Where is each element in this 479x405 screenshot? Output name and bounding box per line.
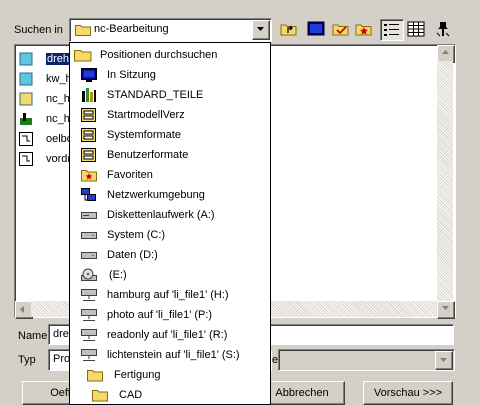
drive-icon [81, 228, 97, 245]
desktop-icon [307, 21, 325, 36]
folder-icon [75, 23, 91, 39]
folder-icon [87, 368, 103, 385]
cube-icon [19, 92, 33, 109]
dropdown-item-benutzerformate[interactable]: Benutzerformate [70, 145, 270, 165]
dropdown-item-diskette[interactable]: Diskettenlaufwerk (A:) [70, 205, 270, 225]
dropdown-item-favoriten[interactable]: Favoriten [70, 165, 270, 185]
type-select-value: Pro [53, 353, 71, 365]
folder-star-button[interactable] [353, 19, 375, 39]
dropdown-item-fertigung[interactable]: Fertigung [70, 365, 270, 385]
scroll-down-button[interactable] [437, 301, 455, 319]
cabinet-icon [81, 128, 97, 145]
lookin-combo[interactable]: nc-Bearbeitung [69, 18, 272, 42]
dropdown-item-lichtenstein[interactable]: lichtenstein auf 'li_file1' (S:) [70, 345, 270, 365]
dropdown-item-readonly[interactable]: readonly auf 'li_file1' (R:) [70, 325, 270, 345]
dropdown-item-systemformate[interactable]: Systemformate [70, 125, 270, 145]
dropdown-item-netzwerkumgebung[interactable]: Netzwerkumgebung [70, 185, 270, 205]
dropdown-item-system-c[interactable]: System (C:) [70, 225, 270, 245]
details-view-icon [407, 21, 425, 37]
cube-icon [19, 72, 33, 89]
drive-icon [81, 248, 97, 265]
lookin-dropdown-list[interactable]: Positionen durchsuchen In Sitzung STANDA… [69, 42, 271, 405]
network-icon [81, 188, 97, 205]
cabinet-icon [81, 148, 97, 165]
details-view-button[interactable] [405, 19, 427, 39]
library-icon [81, 88, 97, 105]
pin-icon [436, 22, 450, 37]
cabinet-icon [81, 108, 97, 125]
name-label: Name [18, 330, 48, 342]
secondary-select-dropdown-button[interactable] [435, 351, 453, 370]
dropdown-item-photo[interactable]: photo auf 'li_file1' (P:) [70, 305, 270, 325]
dropdown-item-startmodellverz[interactable]: StartmodellVerz [70, 105, 270, 125]
nc-program-icon [19, 112, 33, 129]
folder-check-icon [332, 24, 349, 36]
network-drive-icon [81, 348, 97, 365]
vertical-scrollbar-track[interactable] [437, 61, 453, 301]
lookin-value: nc-Bearbeitung [94, 23, 169, 35]
folder-check-button[interactable] [330, 19, 352, 39]
cube-icon [19, 52, 33, 69]
secondary-select[interactable] [278, 349, 455, 371]
lookin-dropdown-button[interactable] [252, 20, 270, 40]
folder-icon [74, 48, 92, 65]
network-drive-icon [81, 308, 97, 325]
dropdown-item-daten-d[interactable]: Daten (D:) [70, 245, 270, 265]
arrow-left-icon [20, 306, 24, 313]
desktop-button[interactable] [305, 19, 327, 39]
list-view-icon [384, 24, 399, 36]
dropdown-item-in-sitzung[interactable]: In Sitzung [70, 65, 270, 85]
folder-star-icon [355, 24, 372, 36]
network-drive-icon [81, 328, 97, 345]
arrow-up-icon [442, 50, 449, 54]
monitor-icon [81, 68, 97, 85]
type-label: Typ [18, 354, 36, 366]
favorites-folder-icon [81, 168, 97, 185]
up-folder-icon [280, 24, 297, 36]
lookin-label: Suchen in [14, 24, 63, 36]
dropdown-item-positionen[interactable]: Positionen durchsuchen [70, 45, 270, 65]
dropdown-item-hamburg[interactable]: hamburg auf 'li_file1' (H:) [70, 285, 270, 305]
drive-icon [81, 208, 97, 225]
pin-button[interactable] [432, 19, 454, 39]
folder-icon [92, 388, 108, 404]
dropdown-item-standard-teile[interactable]: STANDARD_TEILE [70, 85, 270, 105]
cancel-button[interactable]: Abbrechen [259, 381, 345, 405]
drawing-icon [19, 152, 33, 169]
dropdown-item-cad[interactable]: CAD [70, 385, 270, 404]
up-folder-button[interactable] [278, 19, 300, 39]
drawing-icon [19, 132, 33, 149]
dropdown-item-e[interactable]: (E:) [70, 265, 270, 285]
arrow-down-icon [442, 306, 449, 310]
network-drive-icon [81, 288, 97, 305]
list-view-button[interactable] [380, 19, 404, 41]
preview-button[interactable]: Vorschau >>> [363, 381, 453, 405]
cd-drive-icon [81, 268, 97, 285]
